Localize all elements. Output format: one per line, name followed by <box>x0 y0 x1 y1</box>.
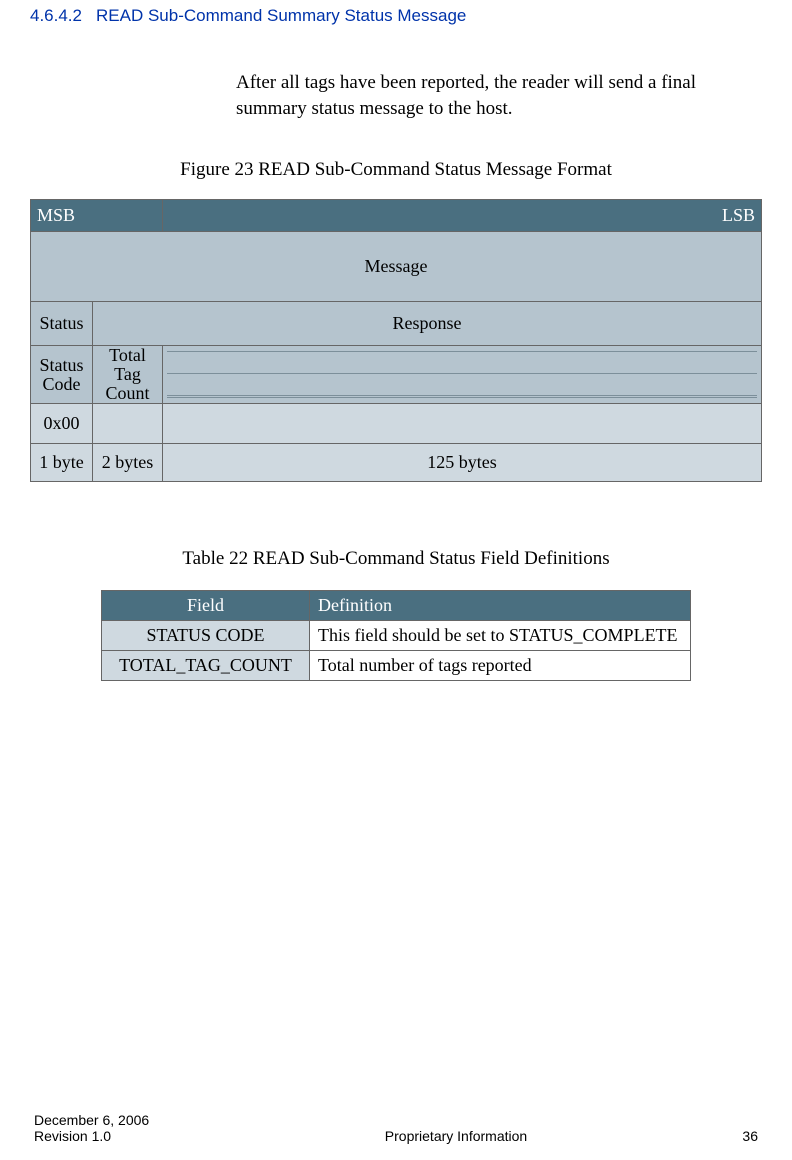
lsb-header: LSB <box>163 200 762 232</box>
status-cell: Status <box>31 302 93 346</box>
footer-revision: Revision 1.0 <box>34 1128 214 1144</box>
bytes-col3-cell: 125 bytes <box>163 444 762 482</box>
def-th-definition: Definition <box>310 591 691 621</box>
empty-value-cell-2 <box>163 404 762 444</box>
msb-header: MSB <box>31 200 163 232</box>
bytes-col1-cell: 1 byte <box>31 444 93 482</box>
total-tag-count-cell: Total Tag Count <box>93 346 163 404</box>
value-0x00-cell: 0x00 <box>31 404 93 444</box>
def-row-field: TOTAL_TAG_COUNT <box>102 651 310 681</box>
status-code-cell: Status Code <box>31 346 93 404</box>
section-heading: 4.6.4.2 READ Sub-Command Summary Status … <box>30 0 762 26</box>
footer-center: Proprietary Information <box>214 1128 698 1144</box>
message-format-table: MSB LSB Message Status Response Status C… <box>30 199 762 482</box>
def-row-def: Total number of tags reported <box>310 651 691 681</box>
figure-caption: Figure 23 READ Sub-Command Status Messag… <box>30 159 762 181</box>
intro-paragraph: After all tags have been reported, the r… <box>236 70 746 121</box>
footer-date: December 6, 2006 <box>34 1112 214 1128</box>
reserved-area-cell <box>163 346 762 404</box>
footer-page: 36 <box>698 1128 758 1144</box>
table-caption: Table 22 READ Sub-Command Status Field D… <box>30 548 762 570</box>
def-th-field: Field <box>102 591 310 621</box>
message-cell: Message <box>31 232 762 302</box>
section-title: READ Sub-Command Summary Status Message <box>96 6 466 26</box>
empty-value-cell-1 <box>93 404 163 444</box>
page-footer: December 6, 2006 Revision 1.0 Proprietar… <box>34 1112 758 1144</box>
section-number: 4.6.4.2 <box>30 6 82 26</box>
def-row-field: STATUS CODE <box>102 621 310 651</box>
def-row-def: This field should be set to STATUS_COMPL… <box>310 621 691 651</box>
response-cell: Response <box>93 302 762 346</box>
field-definitions-table: Field Definition STATUS CODE This field … <box>101 590 691 681</box>
bytes-col2-cell: 2 bytes <box>93 444 163 482</box>
